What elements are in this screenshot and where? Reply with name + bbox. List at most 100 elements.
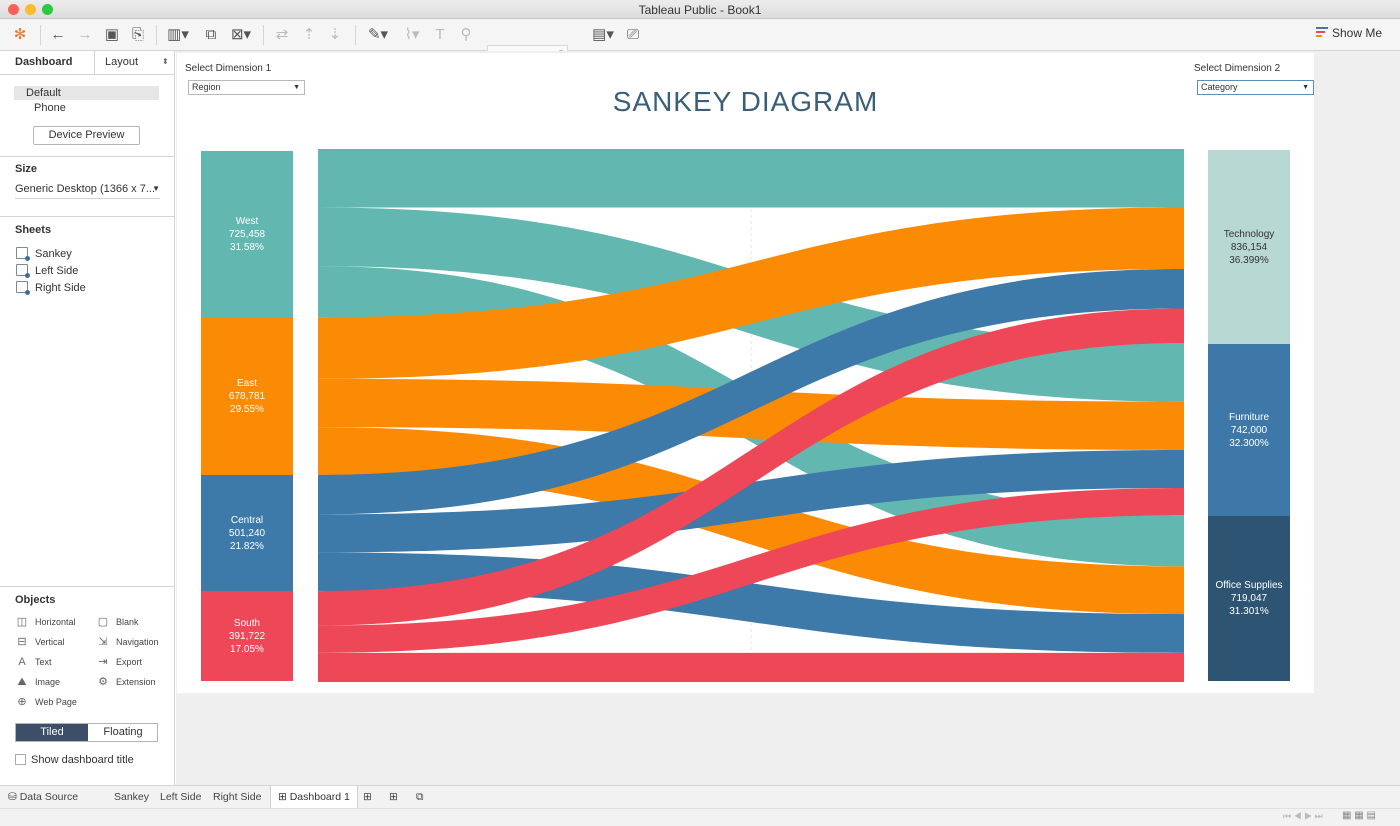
sankey-link-south-office-supplies[interactable] bbox=[318, 652, 1184, 682]
show-me-button[interactable]: Show Me bbox=[1316, 26, 1382, 40]
dim1-label: Select Dimension 1 bbox=[185, 63, 272, 74]
left-node-south[interactable]: South 391,722 17.05% bbox=[201, 591, 293, 681]
show-dashboard-title-checkbox[interactable]: Show dashboard title bbox=[15, 754, 134, 766]
navigation-icon: ⇲ bbox=[98, 636, 108, 648]
node-pct: 17.05% bbox=[230, 643, 264, 655]
new-worksheet-tab-icon[interactable]: ⊞ bbox=[363, 791, 372, 803]
new-dashboard-tab-icon[interactable]: ⊞ bbox=[389, 791, 398, 803]
device-phone[interactable]: Phone bbox=[34, 102, 66, 114]
node-name: Office Supplies bbox=[1215, 580, 1283, 591]
left-node-east[interactable]: East 678,781 29.55% bbox=[201, 318, 293, 475]
new-worksheet-icon[interactable]: ▥▾ bbox=[163, 25, 193, 45]
right-node-furniture[interactable]: Furniture 742,000 32.300% bbox=[1208, 344, 1290, 516]
duplicate-icon[interactable]: ⧉ bbox=[200, 25, 222, 45]
object-blank[interactable]: ▢ Blank bbox=[96, 616, 139, 628]
object-navigation[interactable]: ⇲ Navigation bbox=[96, 636, 159, 648]
text-icon[interactable]: T bbox=[430, 25, 450, 45]
node-value: 719,047 bbox=[1230, 593, 1268, 604]
object-label: Horizontal bbox=[35, 617, 76, 627]
node-name: South bbox=[233, 617, 261, 629]
sankey-link-west-technology[interactable] bbox=[318, 149, 1184, 208]
checkbox-label: Show dashboard title bbox=[31, 754, 134, 766]
blank-icon: ▢ bbox=[97, 616, 109, 628]
save-icon[interactable]: ▣ bbox=[102, 25, 122, 45]
sheet-label: Sankey bbox=[35, 248, 72, 260]
window-title: Tableau Public - Book1 bbox=[638, 3, 762, 17]
annotate-icon[interactable]: ⌇▾ bbox=[398, 25, 426, 45]
swap-icon[interactable]: ⇄ bbox=[272, 25, 292, 45]
layout-mode-toggle: Tiled Floating bbox=[15, 723, 158, 742]
sheet-item-right-side[interactable]: Right Side bbox=[16, 281, 86, 295]
highlight-icon[interactable]: ✎▾ bbox=[364, 25, 392, 45]
show-me-label: Show Me bbox=[1332, 26, 1383, 40]
size-dropdown[interactable]: Generic Desktop (1366 x 7... ▼ bbox=[15, 183, 160, 199]
object-label: Export bbox=[116, 657, 143, 667]
sheets-title: Sheets bbox=[15, 224, 52, 236]
object-extension[interactable]: ⚙ Extension bbox=[96, 676, 156, 688]
side-panel-tabs: Dashboard Layout ⬍ bbox=[0, 51, 174, 75]
object-image[interactable]: ⛰ Image bbox=[15, 676, 60, 688]
sort-descending-icon[interactable]: ⇣ bbox=[325, 25, 345, 45]
node-pct: 21.82% bbox=[230, 540, 264, 552]
node-name: West bbox=[235, 216, 259, 227]
clear-icon[interactable]: ⊠▾ bbox=[226, 25, 256, 45]
view-toggle-icons[interactable]: ▦ ▦ ▤ bbox=[1342, 810, 1376, 821]
tab-layout[interactable]: Layout bbox=[105, 56, 138, 68]
show-cards-icon[interactable]: ▤▾ bbox=[589, 25, 617, 45]
object-label: Blank bbox=[116, 617, 139, 627]
dashboard: Select Dimension 1 Region ▼ Select Dimens… bbox=[177, 53, 1314, 693]
horizontal-icon: ◫ bbox=[16, 616, 28, 628]
object-web-page[interactable]: ⊕ Web Page bbox=[15, 696, 76, 708]
node-name: East bbox=[236, 378, 257, 389]
extension-icon: ⚙ bbox=[98, 676, 108, 688]
sort-ascending-icon[interactable]: ⇡ bbox=[299, 25, 319, 45]
pin-icon[interactable]: ⚲ bbox=[456, 25, 476, 45]
web-page-icon: ⊕ bbox=[17, 696, 27, 708]
tableau-logo-icon[interactable]: ✻ bbox=[10, 25, 30, 45]
object-text[interactable]: A Text bbox=[15, 656, 51, 668]
object-label: Extension bbox=[116, 677, 156, 687]
sheet-item-sankey[interactable]: Sankey bbox=[16, 247, 72, 261]
node-value: 836,154 bbox=[1230, 241, 1268, 253]
tiled-button[interactable]: Tiled bbox=[16, 724, 88, 741]
object-horizontal[interactable]: ◫ Horizontal bbox=[15, 616, 76, 628]
right-node-office-supplies[interactable]: Office Supplies 719,047 31.301% bbox=[1208, 516, 1290, 681]
redo-icon[interactable]: → bbox=[75, 25, 95, 45]
new-data-source-icon[interactable]: ⎘ bbox=[128, 25, 148, 45]
new-story-tab-icon[interactable]: ⧉ bbox=[416, 791, 424, 804]
size-value: Generic Desktop (1366 x 7... bbox=[15, 183, 156, 195]
tab-left-side[interactable]: Left Side bbox=[160, 791, 201, 803]
data-source-tab[interactable]: ⛁ Data Source bbox=[8, 791, 78, 803]
tab-stepper-icon[interactable]: ⬍ bbox=[162, 57, 169, 66]
node-pct: 31.301% bbox=[1229, 606, 1269, 617]
dashboard-icon: ⊞ bbox=[278, 791, 290, 803]
presentation-icon[interactable]: ⎚ bbox=[623, 25, 643, 45]
left-node-central[interactable]: Central 501,240 21.82% bbox=[201, 475, 293, 591]
dim2-label: Select Dimension 2 bbox=[1194, 63, 1281, 74]
sankey-flows bbox=[318, 149, 1184, 682]
node-pct: 29.55% bbox=[230, 404, 264, 415]
tab-label: Data Source bbox=[19, 791, 79, 803]
tab-dashboard-1[interactable]: ⊞ Dashboard 1 bbox=[270, 786, 358, 808]
object-label: Navigation bbox=[116, 637, 159, 647]
worksheet-icon bbox=[16, 247, 30, 261]
tab-dashboard[interactable]: Dashboard bbox=[15, 56, 72, 68]
show-me-icon bbox=[1316, 27, 1328, 39]
node-value: 742,000 bbox=[1230, 424, 1268, 436]
sheet-item-left-side[interactable]: Left Side bbox=[16, 264, 78, 278]
database-icon: ⛁ bbox=[8, 791, 20, 803]
object-export[interactable]: ⇥ Export bbox=[96, 656, 142, 668]
device-preview-button[interactable]: Device Preview bbox=[33, 126, 140, 145]
sheet-navigation-icons[interactable]: ⏮ ◀ ▶ ⏭ bbox=[1283, 811, 1323, 822]
checkbox-icon bbox=[15, 754, 26, 765]
right-node-technology[interactable]: Technology 836,154 36.399% bbox=[1208, 150, 1290, 344]
worksheet-icon bbox=[16, 264, 30, 278]
object-vertical[interactable]: ⊟ Vertical bbox=[15, 636, 64, 648]
left-node-west[interactable]: West 725,458 31.58% bbox=[201, 151, 293, 318]
device-default[interactable]: Default bbox=[14, 86, 159, 100]
tab-right-side[interactable]: Right Side bbox=[213, 791, 261, 803]
undo-icon[interactable]: ← bbox=[48, 25, 68, 45]
sheet-label: Right Side bbox=[35, 282, 86, 294]
tab-sankey[interactable]: Sankey bbox=[114, 791, 149, 803]
floating-button[interactable]: Floating bbox=[88, 724, 158, 741]
